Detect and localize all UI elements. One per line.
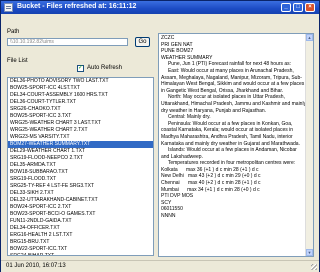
- auto-refresh-label: Auto Refresh: [87, 65, 123, 71]
- content-line: Madhya Maharashtra, Andhra Pradesh, Tami…: [161, 133, 293, 140]
- content-line: in Gangetic West Bengal, Orissa, Jharkha…: [161, 87, 284, 94]
- file-list-item[interactable]: BOW25-SPORT-ICC 3.TXT: [8, 113, 153, 120]
- content-line: East: Would occur at many places in Arun…: [161, 67, 294, 74]
- file-list-item[interactable]: DEL33-SIKH 2.TXT: [8, 190, 153, 197]
- content-line: Temperatures recorded in four metropolit…: [161, 160, 296, 167]
- file-list-item[interactable]: BRG15-BRU.TXT: [8, 239, 153, 246]
- status-text: 01 Jun 2010, 16:07:13: [6, 263, 66, 269]
- window-title: Bucket - Files refreshed at: 16:11:12: [17, 3, 137, 10]
- file-list[interactable]: DEL36-PHOTO ADVISORY TWO LAST.TXT BOW25-S…: [7, 77, 154, 256]
- content-line: Islands: Would occur at a few places in …: [161, 147, 297, 154]
- file-content-textarea[interactable]: ZCZC PRI GEN NAT PUNE BOM27 WEATHER SUMMARY…: [158, 33, 314, 257]
- file-list-item[interactable]: DEL32-UTTARAKHAND-CABINET.TXT: [8, 197, 153, 204]
- file-content-text: ZCZC PRI GEN NAT PUNE BOM27 WEATHER SUMMARY…: [161, 35, 306, 220]
- title-bar[interactable]: Bucket - Files refreshed at: 16:11:12 _ …: [1, 1, 319, 14]
- file-list-item[interactable]: WRG25-WEATHER CHART 3 LAST.TXT: [8, 120, 153, 127]
- maximize-button[interactable]: □: [293, 3, 303, 12]
- content-line: North: May occur at isolated places in U…: [161, 94, 285, 101]
- file-list-item[interactable]: WRG25-WEATHER CHART 2.TXT: [8, 127, 153, 134]
- content-line: Central: Mainly dry.: [161, 114, 211, 121]
- content-line: PUNE BOM27: [161, 48, 194, 55]
- app-icon: [4, 3, 13, 12]
- resize-grip-icon[interactable]: [311, 264, 317, 270]
- file-list-item[interactable]: WRG23-MS VARSITY.TXT: [8, 134, 153, 141]
- content-line: dry weather in Haryana, Punjab and Rajas…: [161, 107, 267, 114]
- content-line: Pune, Jun 1 (PTI) Forecast rainfall for …: [161, 61, 292, 68]
- file-list-item[interactable]: SRG19-FLOOD-NEEPCO 2.TXT: [8, 155, 153, 162]
- close-button[interactable]: ×: [305, 3, 315, 12]
- file-list-item[interactable]: DEL35-ARMDA.TXT: [8, 162, 153, 169]
- file-list-item[interactable]: DEL36-PHOTO ADVISORY TWO LAST.TXT: [8, 78, 153, 85]
- file-list-item[interactable]: BOW22-SPORT-ICC.TXT: [8, 246, 153, 253]
- file-list-item[interactable]: FUN11-2NDLD-GAIDA.TXT: [8, 218, 153, 225]
- content-line: PTI DVP MOS: [161, 193, 194, 200]
- file-list-item[interactable]: BOW25-SPORT-ICC 4LST.TXT: [8, 85, 153, 92]
- content-line: NNNN: [161, 213, 176, 220]
- file-list-item[interactable]: SRG19-FLOOD.TXT: [8, 176, 153, 183]
- file-list-item[interactable]: SRG25-TY-REF 4 LST-FE SRG3.TXT: [8, 183, 153, 190]
- scroll-down-icon[interactable]: ▼: [306, 249, 313, 256]
- content-scrollbar[interactable]: ▲ ▼: [305, 34, 313, 256]
- content-line: Kolkata max 36 (+1 ) d c min 28 (+1 ) d …: [161, 166, 259, 173]
- content-line: Peninsula: Would occur at a few places i…: [161, 120, 293, 127]
- content-line: and Lakshadweep.: [161, 153, 203, 160]
- content-line: Karnataka and mainly dry weather in Guja…: [161, 140, 300, 147]
- file-list-item[interactable]: BOW23-SPORT-BCCI-O GAMES.TXT: [8, 211, 153, 218]
- file-list-item[interactable]: SRG24-BIHAR.TXT: [8, 253, 153, 255]
- file-list-item[interactable]: SRG26-CHAOKO.TXT: [8, 106, 153, 113]
- content-line: Assam, Meghalaya, Nagaland, Manipur, Miz…: [161, 74, 302, 81]
- content-line: WEATHER SUMMARY: [161, 54, 213, 61]
- checkbox-check-icon[interactable]: ✓: [77, 65, 84, 72]
- content-line: Himalayan West Bengal, Sikkim and would …: [161, 81, 305, 88]
- content-line: SCY: [161, 199, 172, 206]
- file-list-item[interactable]: DEL34-OFFICER.TXT: [8, 225, 153, 232]
- content-line: Mumbai max 34 (+1 ) d c min 28 (+0 ) d c: [161, 186, 260, 193]
- content-line: Chennai max 40 (+2 ) d c min 28 (+1 ) d …: [161, 180, 261, 187]
- app-window: Bucket - Files refreshed at: 16:11:12 _ …: [0, 0, 320, 272]
- file-list-label: File List: [7, 58, 28, 64]
- file-list-item[interactable]: DEL29-WEATHER CHART 1.TXT: [8, 148, 153, 155]
- file-list-item[interactable]: DEL36-COURT-TYTLER.TXT: [8, 99, 153, 106]
- content-line: coastal Karnataka, Kerala; would occur a…: [161, 127, 294, 134]
- file-list-item[interactable]: BOW18-SUBBARAO.TXT: [8, 169, 153, 176]
- content-line: PRI GEN NAT: [161, 41, 193, 48]
- file-list-item[interactable]: BOW24-SPORT-ICC 2.TXT: [8, 204, 153, 211]
- content-line: ZCZC: [161, 35, 175, 41]
- file-list-item[interactable]: ERG16-HEALTH 2 LST.TXT: [8, 232, 153, 239]
- content-line: 06011550: [161, 206, 183, 213]
- content-line: Uttarakhand, Himachal Pradesh, Jammu and…: [161, 100, 306, 107]
- go-button[interactable]: Go: [135, 37, 150, 47]
- content-line: New Delhi max 43 (+2 ) d c min 29 (+0 ) …: [161, 173, 261, 180]
- status-bar: 01 Jun 2010, 16:07:13: [1, 260, 319, 272]
- file-list-item[interactable]: BOM27-WEATHER SUMMARY.TXT: [8, 141, 153, 148]
- scroll-up-icon[interactable]: ▲: [306, 34, 313, 41]
- minimize-button[interactable]: _: [281, 3, 291, 12]
- path-input[interactable]: \\10.10.192.82\uims: [7, 38, 128, 46]
- file-list-item[interactable]: DEL34-COURT-ASSEMBLY 1600 HRS.TXT: [8, 92, 153, 99]
- path-label: Path: [7, 29, 20, 35]
